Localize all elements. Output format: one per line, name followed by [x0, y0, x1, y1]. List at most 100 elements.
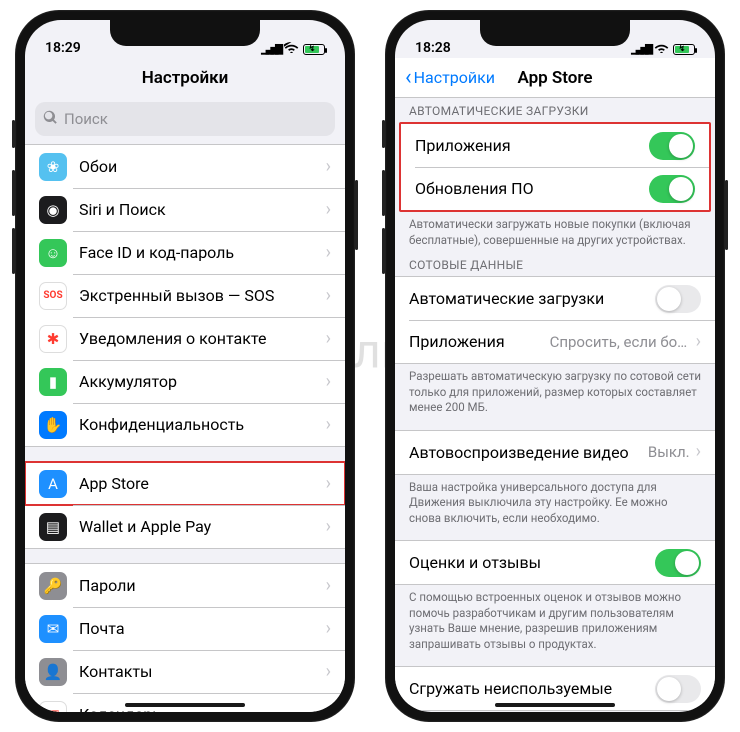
sos-icon: SOS — [39, 282, 67, 310]
chevron-right-icon: › — [326, 663, 331, 681]
home-indicator[interactable] — [125, 703, 245, 707]
section-footer: Ваша настройка универсального доступа дл… — [395, 475, 715, 531]
appstore-icon: A — [39, 470, 67, 498]
toggle-apps[interactable] — [649, 132, 695, 160]
navbar: Настройки — [25, 58, 345, 98]
navbar: ‹ Настройки App Store — [395, 58, 715, 98]
battery-icon: ▮ — [39, 368, 67, 396]
chevron-right-icon: › — [326, 577, 331, 595]
row-label: Конфиденциальность — [79, 415, 326, 434]
toggle-updates[interactable] — [649, 175, 695, 203]
chevron-right-icon: › — [326, 475, 331, 493]
row-label: Оценки и отзывы — [409, 553, 655, 572]
row-label: Wallet и Apple Pay — [79, 517, 326, 536]
row-label: Уведомления о контакте — [79, 329, 326, 348]
search-placeholder: Поиск — [64, 110, 108, 128]
faceid-icon: ☺ — [39, 239, 67, 267]
chevron-right-icon: › — [326, 416, 331, 434]
chevron-right-icon: › — [326, 706, 331, 713]
settings-row-mail[interactable]: ✉ Почта› — [25, 607, 345, 650]
calendar-icon: ▦ — [39, 701, 67, 713]
row-label: App Store — [79, 474, 326, 493]
row-label: Аккумулятор — [79, 372, 326, 391]
chevron-right-icon: › — [326, 373, 331, 391]
page-title: Настройки — [142, 68, 229, 88]
chevron-right-icon: › — [326, 518, 331, 536]
settings-row-wallpaper[interactable]: ❀ Обои› — [25, 145, 345, 188]
section-header: СОТОВЫЕ ДАННЫЕ — [395, 252, 715, 276]
search-icon — [43, 110, 58, 129]
search-input[interactable]: Поиск — [35, 102, 335, 136]
home-indicator[interactable] — [495, 703, 615, 707]
signal-icon: ▁▃▅▇ — [631, 44, 650, 55]
settings-row-siri[interactable]: ◉Siri и Поиск› — [25, 188, 345, 231]
row-label: Приложения — [409, 332, 550, 351]
chevron-right-icon: › — [326, 330, 331, 348]
setting-row-autoplay[interactable]: Автовоспроизведение видеоВыкл. › — [395, 431, 715, 474]
row-label: Face ID и код-пароль — [79, 243, 326, 262]
status-time: 18:28 — [415, 40, 451, 56]
row-label: Автовоспроизведение видео — [409, 443, 648, 462]
row-label: Контакты — [79, 662, 326, 681]
row-label: Экстренный вызов — SOS — [79, 286, 326, 305]
chevron-right-icon: › — [696, 333, 701, 351]
settings-row-passwords[interactable]: 🔑 Пароли› — [25, 564, 345, 607]
phone-left: 18:29 ▁▃▅▇ ↯ Настройки Поиск ❀Обои›◉Siri… — [15, 10, 355, 722]
row-label: Автоматические загрузки — [409, 289, 655, 308]
section-footer: С помощью встроенных оценок и отзывов мо… — [395, 585, 715, 656]
settings-row-faceid[interactable]: ☺Face ID и код-пароль› — [25, 231, 345, 274]
row-label: Почта — [79, 619, 326, 638]
row-label: Приложения — [415, 136, 649, 155]
chevron-right-icon: › — [326, 287, 331, 305]
notch — [480, 20, 630, 46]
battery-icon: ↯ — [673, 44, 695, 55]
privacy-icon: ✋ — [39, 411, 67, 439]
toggle-ratings[interactable] — [655, 549, 701, 577]
chevron-right-icon: › — [326, 158, 331, 176]
chevron-right-icon: › — [326, 620, 331, 638]
row-detail: Спросить, если больше 200... — [550, 333, 690, 351]
row-label: Обновления ПО — [415, 179, 649, 198]
setting-row-ratings[interactable]: Оценки и отзывы — [395, 541, 715, 584]
wifi-icon — [654, 42, 669, 56]
mail-icon: ✉ — [39, 615, 67, 643]
setting-row-cell-apps[interactable]: ПриложенияСпросить, если больше 200... › — [395, 320, 715, 363]
row-label: Обои — [79, 157, 326, 176]
setting-row-updates[interactable]: Обновления ПО — [401, 167, 709, 210]
settings-row-contacts[interactable]: 👤 Контакты› — [25, 650, 345, 693]
settings-row-appstore[interactable]: A App Store› — [25, 462, 345, 505]
settings-row-privacy[interactable]: ✋ Конфиденциальность› — [25, 403, 345, 446]
notch — [110, 20, 260, 46]
section-footer: Разрешать автоматическую загрузку по сот… — [395, 364, 715, 420]
setting-row-apps[interactable]: Приложения — [401, 124, 709, 167]
wallpaper-icon: ❀ — [39, 153, 67, 181]
page-title: App Store — [517, 68, 592, 88]
passwords-icon: 🔑 — [39, 572, 67, 600]
row-label: Siri и Поиск — [79, 200, 326, 219]
row-detail: Выкл. — [648, 443, 690, 461]
exposure-icon: ✱ — [39, 325, 67, 353]
settings-row-battery[interactable]: ▮ Аккумулятор› — [25, 360, 345, 403]
battery-icon: ↯ — [303, 44, 325, 55]
section-footer: Автоматически удалять неиспользуемые при… — [395, 711, 715, 712]
chevron-right-icon: › — [696, 443, 701, 461]
chevron-left-icon: ‹ — [405, 67, 412, 89]
section-footer: Автоматически загружать новые покупки (в… — [395, 212, 715, 252]
phone-right: 18:28 ▁▃▅▇ ↯ ‹ Настройки App Store АВТОМ… — [385, 10, 725, 722]
row-label: Сгружать неиспользуемые — [409, 679, 655, 698]
settings-row-sos[interactable]: SOS Экстренный вызов — SOS› — [25, 274, 345, 317]
contacts-icon: 👤 — [39, 658, 67, 686]
siri-icon: ◉ — [39, 196, 67, 224]
wifi-icon — [284, 42, 299, 56]
settings-row-exposure[interactable]: ✱ Уведомления о контакте› — [25, 317, 345, 360]
row-label: Пароли — [79, 576, 326, 595]
wallet-icon: ▤ — [39, 513, 67, 541]
toggle-offload[interactable] — [655, 675, 701, 703]
status-time: 18:29 — [45, 40, 81, 56]
section-header: АВТОМАТИЧЕСКИЕ ЗАГРУЗКИ — [395, 98, 715, 122]
back-button[interactable]: ‹ Настройки — [405, 67, 495, 89]
settings-row-wallet[interactable]: ▤ Wallet и Apple Pay› — [25, 505, 345, 548]
toggle-cell-auto[interactable] — [655, 285, 701, 313]
signal-icon: ▁▃▅▇ — [261, 44, 280, 55]
setting-row-cell-auto[interactable]: Автоматические загрузки — [395, 277, 715, 320]
